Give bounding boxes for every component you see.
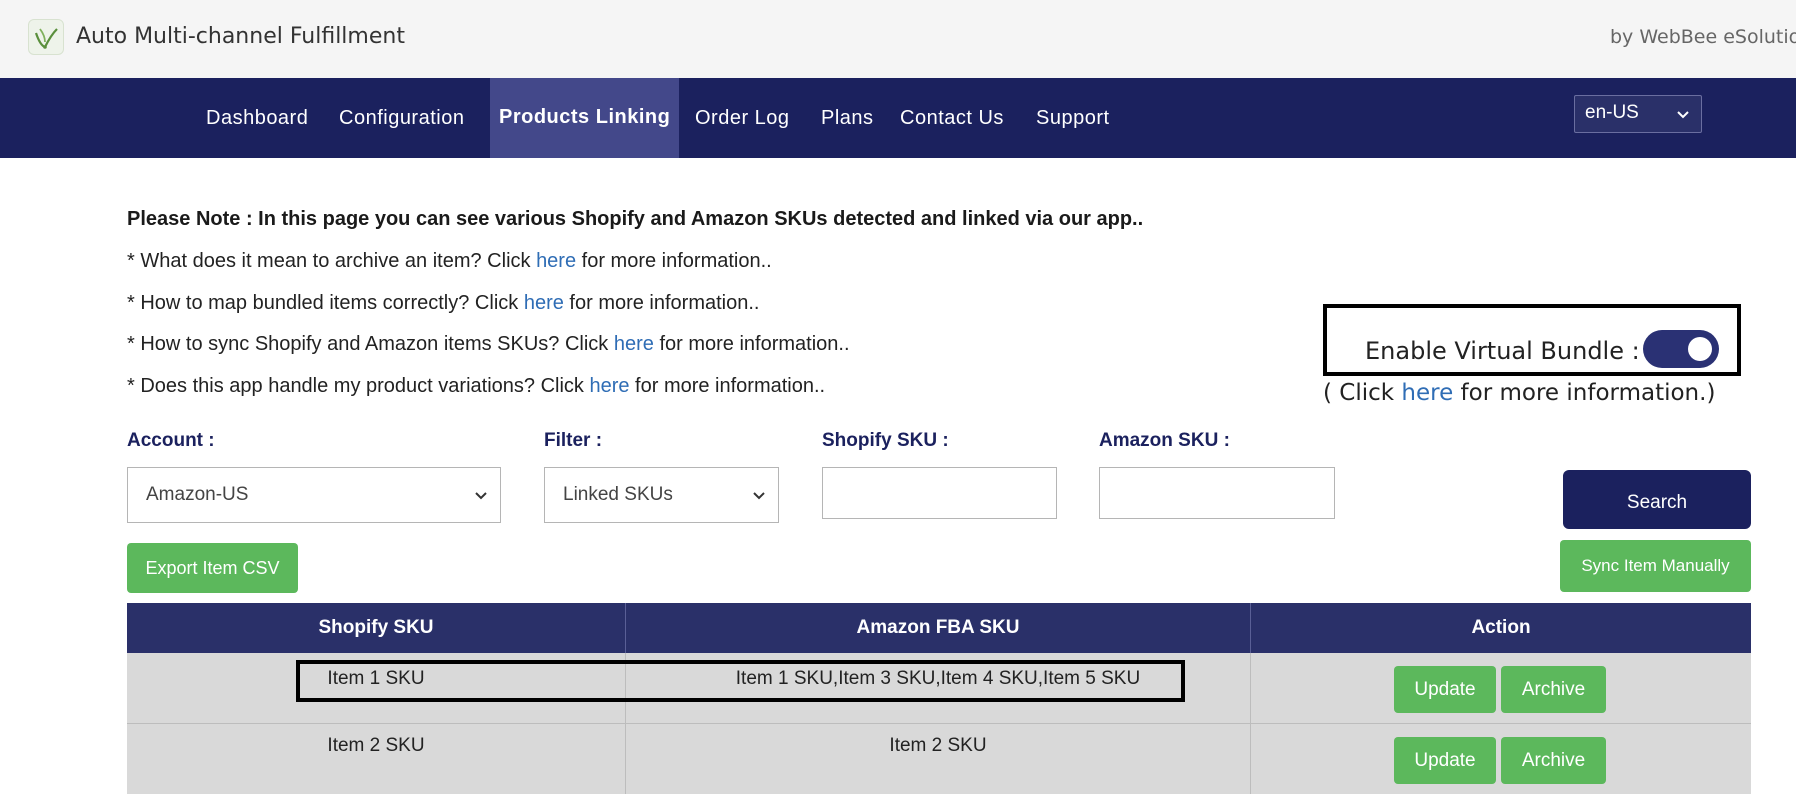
- help-link-archive[interactable]: here: [536, 250, 576, 272]
- note-line-variations: * Does this app handle my product variat…: [127, 375, 825, 398]
- export-csv-button[interactable]: Export Item CSV: [127, 543, 298, 593]
- note-line-archive: * What does it mean to archive an item? …: [127, 250, 772, 273]
- update-button[interactable]: Update: [1394, 737, 1496, 784]
- column-divider: [1250, 724, 1251, 794]
- note-text: for more information..: [629, 375, 826, 397]
- account-select[interactable]: Amazon-US: [127, 467, 501, 523]
- filter-select[interactable]: Linked SKUs: [544, 467, 779, 523]
- note-line-sync: * How to sync Shopify and Amazon items S…: [127, 333, 850, 356]
- nav-plans[interactable]: Plans: [821, 78, 874, 158]
- archive-button[interactable]: Archive: [1501, 666, 1606, 713]
- page-note-title: Please Note : In this page you can see v…: [127, 208, 1144, 230]
- note-line-bundles: * How to map bundled items correctly? Cl…: [127, 292, 759, 315]
- update-button[interactable]: Update: [1394, 666, 1496, 713]
- column-divider: [625, 724, 626, 794]
- chevron-down-icon: [472, 486, 490, 510]
- help-link-variations[interactable]: here: [589, 375, 629, 397]
- toggle-knob: [1688, 337, 1712, 361]
- archive-button[interactable]: Archive: [1501, 737, 1606, 784]
- note-text: * How to sync Shopify and Amazon items S…: [127, 333, 614, 355]
- note-text: for more information..: [576, 250, 772, 272]
- column-header-action: Action: [1251, 603, 1751, 653]
- column-header-amazon-sku: Amazon FBA SKU: [626, 603, 1250, 653]
- nav-support[interactable]: Support: [1036, 78, 1110, 158]
- shopify-sku-input[interactable]: [822, 467, 1057, 519]
- nav-configuration[interactable]: Configuration: [339, 78, 464, 158]
- table-row: Item 2 SKU Item 2 SKU Update Archive: [127, 724, 1751, 794]
- language-value: en-US: [1585, 102, 1639, 123]
- row-shopify-sku: Item 2 SKU: [327, 735, 425, 756]
- app-header: Auto Multi-channel Fulfillment by WebBee…: [0, 0, 1796, 79]
- virtual-bundle-label: Enable Virtual Bundle :: [1365, 337, 1640, 365]
- note-text: * Does this app handle my product variat…: [127, 375, 590, 397]
- app-title: Auto Multi-channel Fulfillment: [76, 24, 405, 49]
- column-header-shopify-sku: Shopify SKU: [127, 603, 625, 653]
- help-link-sync[interactable]: here: [614, 333, 654, 355]
- help-link-bundles[interactable]: here: [524, 292, 564, 314]
- virtual-bundle-toggle[interactable]: [1643, 330, 1719, 368]
- virtual-bundle-help-link[interactable]: here: [1401, 380, 1453, 406]
- nav-contact-us[interactable]: Contact Us: [900, 78, 1004, 158]
- main-navbar: Dashboard Configuration Products Linking…: [0, 78, 1796, 158]
- row-amazon-sku: Item 2 SKU: [889, 735, 987, 756]
- search-button[interactable]: Search: [1563, 470, 1751, 529]
- filter-label: Filter :: [544, 430, 603, 451]
- note-text: * What does it mean to archive an item? …: [127, 250, 537, 272]
- note-text: * How to map bundled items correctly? Cl…: [127, 292, 524, 314]
- header-divider: [625, 603, 626, 653]
- chevron-down-icon: [750, 486, 768, 510]
- account-label: Account :: [127, 430, 215, 451]
- sync-items-button[interactable]: Sync Item Manually: [1560, 540, 1751, 592]
- account-select-value: Amazon-US: [146, 484, 249, 505]
- vendor-credit: by WebBee eSolution: [1610, 26, 1796, 48]
- nav-dashboard[interactable]: Dashboard: [206, 78, 308, 158]
- note-text: for more information..: [653, 333, 850, 355]
- column-divider: [1250, 653, 1251, 723]
- help-text: ( Click: [1323, 380, 1402, 406]
- filter-select-value: Linked SKUs: [563, 484, 673, 505]
- language-select[interactable]: en-US: [1574, 95, 1702, 133]
- shopify-sku-label: Shopify SKU :: [822, 430, 949, 451]
- app-logo-icon: [28, 19, 64, 55]
- chevron-down-icon: [1675, 106, 1691, 128]
- nav-order-log[interactable]: Order Log: [695, 78, 790, 158]
- amazon-sku-input[interactable]: [1099, 467, 1335, 519]
- virtual-bundle-help: ( Click here for more information.): [1323, 380, 1715, 406]
- nav-products-linking[interactable]: Products Linking: [490, 78, 680, 158]
- amazon-sku-label: Amazon SKU :: [1099, 430, 1230, 451]
- help-text: for more information.): [1453, 380, 1716, 406]
- note-text: for more information..: [563, 292, 760, 314]
- header-divider: [1250, 603, 1251, 653]
- bundle-row-highlight: [296, 660, 1185, 702]
